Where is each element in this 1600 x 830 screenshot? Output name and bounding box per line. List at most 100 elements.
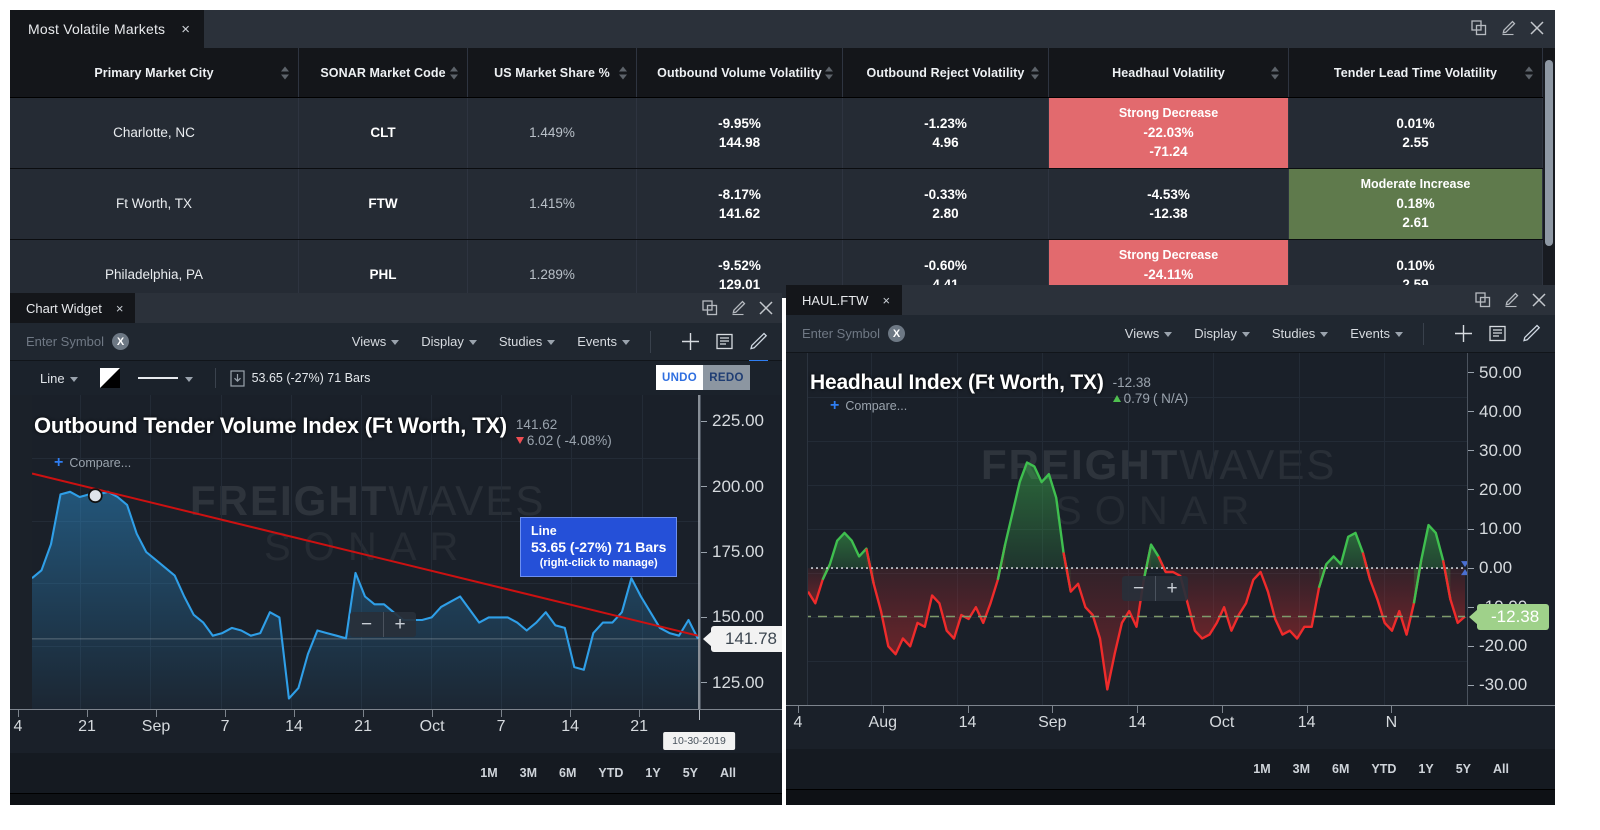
column-header-label: Primary Market City [94, 65, 214, 80]
table-row[interactable]: Ft Worth, TX FTW 1.415% -8.17% 141.62 -0.33% 2… [10, 169, 1555, 240]
column-header-primary-market-city[interactable]: Primary Market City [10, 48, 299, 97]
sort-arrows-icon[interactable] [1271, 66, 1279, 79]
cell-sonar-market-code: FTW [299, 169, 468, 239]
range-1y[interactable]: 1Y [645, 766, 660, 780]
chart-left-x-axis[interactable]: 4 21 Sep 7 14 21 Oct 7 14 21 10-30-2019 [10, 709, 782, 753]
menu-views[interactable]: Views [352, 334, 400, 349]
duplicate-icon[interactable] [702, 300, 718, 316]
sort-arrows-icon[interactable] [825, 66, 833, 79]
draw-icon[interactable] [749, 332, 768, 362]
undo-button[interactable]: UNDO [656, 365, 703, 390]
range-ytd[interactable]: YTD [598, 766, 623, 780]
x-axis-tick-mark [18, 710, 19, 717]
column-header-label: Tender Lead Time Volatility [1333, 65, 1498, 80]
chart-left-plot[interactable]: FREIGHTWAVES SONAR Outbound Tender Volum… [10, 395, 782, 709]
edit-icon[interactable] [730, 300, 746, 316]
range-6m[interactable]: 6M [1332, 762, 1349, 776]
table-body: Charlotte, NC CLT 1.449% -9.95% 144.98 -1.23%… [10, 98, 1555, 298]
close-icon[interactable]: × [116, 301, 124, 316]
compare-button[interactable]: + Compare... [54, 455, 131, 471]
menu-events[interactable]: Events [577, 334, 630, 349]
table-scrollbar[interactable] [1543, 60, 1555, 298]
zoom-out-button[interactable]: − [1122, 576, 1155, 601]
sort-arrows-icon[interactable] [1031, 66, 1039, 79]
notes-icon[interactable] [1489, 325, 1506, 342]
draw-icon[interactable] [1522, 324, 1541, 343]
shape-dropdown[interactable]: Line [40, 371, 78, 386]
close-icon[interactable] [1529, 20, 1545, 36]
tab-haul-ftw[interactable]: HAUL.FTW × [786, 285, 903, 315]
menu-studies[interactable]: Studies [1272, 326, 1329, 341]
range-1y[interactable]: 1Y [1418, 762, 1433, 776]
duplicate-icon[interactable] [1475, 292, 1491, 308]
menu-views[interactable]: Views [1125, 326, 1173, 341]
range-all[interactable]: All [1493, 762, 1509, 776]
cell-outbound-volume: -9.95% 144.98 [637, 98, 843, 168]
zoom-out-button[interactable]: − [350, 612, 383, 637]
column-header-outbound-volume-volatility[interactable]: Outbound Volume Volatility [637, 48, 843, 97]
close-icon[interactable]: × [882, 293, 890, 308]
range-6m[interactable]: 6M [559, 766, 576, 780]
sort-arrows-icon[interactable] [619, 66, 627, 79]
edit-icon[interactable] [1503, 292, 1519, 308]
menu-display[interactable]: Display [421, 334, 477, 349]
symbol-input[interactable]: Enter Symbol X [802, 325, 906, 342]
line-style-dropdown[interactable] [137, 375, 193, 382]
menu-studies[interactable]: Studies [499, 334, 556, 349]
duplicate-icon[interactable] [1471, 20, 1487, 36]
table-row[interactable]: Charlotte, NC CLT 1.449% -9.95% 144.98 -1.23%… [10, 98, 1555, 169]
chart-right-x-axis[interactable]: 4 Aug 14 Sep 14 Oct 14 N [786, 705, 1555, 749]
range-1m[interactable]: 1M [480, 766, 497, 780]
sort-arrows-icon[interactable] [1525, 66, 1533, 79]
chart-left-y-axis[interactable]: 225.00 200.00 175.00 150.00 125.00 141.78 [700, 395, 782, 709]
edit-icon[interactable] [1500, 20, 1516, 36]
chevron-down-icon [1164, 332, 1173, 337]
chart-right-plot[interactable]: FREIGHTWAVES SONAR Headhaul Index (Ft Wo… [786, 353, 1555, 705]
color-swatch[interactable] [99, 368, 120, 388]
clear-symbol-icon[interactable]: X [112, 333, 130, 350]
column-header-us-market-share[interactable]: US Market Share % [468, 48, 637, 97]
compare-button[interactable]: + Compare... [830, 398, 907, 414]
plus-icon[interactable] [1454, 324, 1473, 343]
close-icon[interactable] [1531, 292, 1547, 308]
range-ytd[interactable]: YTD [1371, 762, 1396, 776]
zoom-in-button[interactable]: + [383, 612, 416, 637]
redo-button[interactable]: REDO [703, 365, 750, 390]
chart-right-y-axis[interactable]: 50.0040.0030.0020.0010.000.00-10.00-20.0… [1467, 353, 1555, 705]
cell-pct: -1.23% [924, 115, 967, 131]
range-5y[interactable]: 5Y [683, 766, 698, 780]
zoom-in-button[interactable]: + [1155, 576, 1188, 601]
sort-arrows-icon[interactable] [281, 66, 289, 79]
range-3m[interactable]: 3M [520, 766, 537, 780]
chart-left-toolbar: Enter Symbol X Views Display Studies Eve… [10, 323, 782, 362]
tab-most-volatile-markets[interactable]: Most Volatile Markets × [10, 10, 205, 48]
x-axis-tick-mark [1221, 706, 1223, 713]
range-3m[interactable]: 3M [1293, 762, 1310, 776]
column-header-outbound-reject-volatility[interactable]: Outbound Reject Volatility [843, 48, 1049, 97]
cell-pct: -24.11% [1143, 266, 1194, 282]
view-symbol-information-button[interactable]: i View Symbol Information [786, 789, 1555, 805]
notes-icon[interactable] [716, 333, 733, 350]
column-header-tender-lead-time-volatility[interactable]: Tender Lead Time Volatility [1289, 48, 1543, 97]
menu-display[interactable]: Display [1194, 326, 1250, 341]
chart-widget-window: Chart Widget × Enter Symbol X Views Disp… [10, 293, 782, 805]
range-5y[interactable]: 5Y [1456, 762, 1471, 776]
table-scrollbar-thumb[interactable] [1545, 60, 1553, 246]
tab-label: HAUL.FTW [802, 292, 869, 308]
plus-icon[interactable] [681, 332, 700, 351]
cell-pct: -8.17% [718, 186, 761, 202]
close-icon[interactable] [758, 300, 774, 316]
range-1m[interactable]: 1M [1253, 762, 1270, 776]
y-axis-tick: 175.00 [701, 542, 764, 562]
range-all[interactable]: All [720, 766, 736, 780]
tab-chart-widget[interactable]: Chart Widget × [10, 293, 136, 323]
y-axis-tick: 125.00 [701, 673, 764, 693]
view-symbol-information-button[interactable]: i View Symbol Information [10, 793, 782, 805]
close-icon[interactable]: × [181, 22, 190, 37]
clear-symbol-icon[interactable]: X [888, 325, 906, 342]
column-header-sonar-market-code[interactable]: SONAR Market Code [299, 48, 468, 97]
menu-events[interactable]: Events [1350, 326, 1403, 341]
column-header-headhaul-volatility[interactable]: Headhaul Volatility [1049, 48, 1289, 97]
symbol-input[interactable]: Enter Symbol X [26, 333, 130, 350]
sort-arrows-icon[interactable] [450, 66, 458, 79]
